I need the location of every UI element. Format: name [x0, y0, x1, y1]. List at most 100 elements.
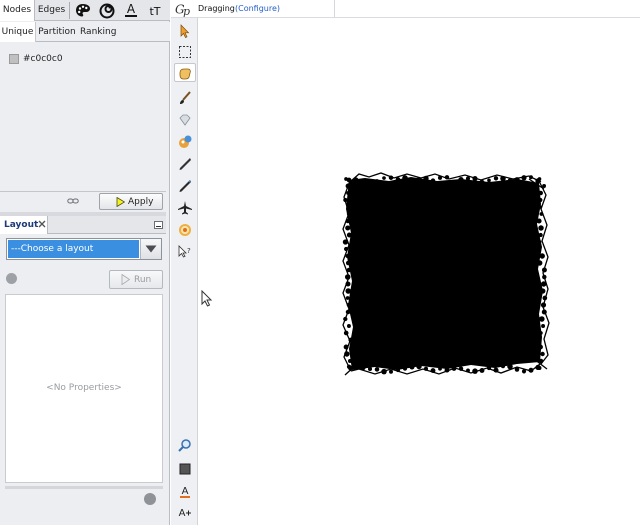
- graph-node[interactable]: [437, 175, 443, 180]
- graph-node[interactable]: [402, 366, 408, 371]
- graph-node[interactable]: [472, 368, 478, 374]
- graph-node[interactable]: [395, 177, 401, 182]
- graph-node[interactable]: [438, 366, 442, 371]
- graph-node[interactable]: [382, 176, 386, 180]
- apply-button[interactable]: Apply: [99, 193, 163, 210]
- graph-node[interactable]: [540, 288, 546, 294]
- graph-node[interactable]: [342, 239, 349, 245]
- background-color-icon[interactable]: [177, 461, 193, 477]
- graph-node[interactable]: [367, 366, 373, 372]
- graph-node[interactable]: [514, 177, 520, 183]
- graph-node[interactable]: [539, 253, 545, 259]
- graph-node[interactable]: [346, 191, 350, 195]
- size-icon[interactable]: [98, 2, 116, 19]
- graph-node[interactable]: [416, 176, 422, 182]
- label-color-icon[interactable]: A: [177, 483, 193, 499]
- graph-node[interactable]: [345, 288, 352, 294]
- graph-node[interactable]: [537, 177, 542, 181]
- graph-node[interactable]: [542, 274, 547, 280]
- tab-edges[interactable]: Edges: [35, 0, 68, 21]
- heatmap-tool-icon[interactable]: [177, 222, 193, 238]
- graph-node[interactable]: [539, 316, 545, 322]
- graph-node[interactable]: [388, 175, 394, 180]
- graph-node[interactable]: [345, 309, 351, 315]
- graph-node[interactable]: [479, 368, 485, 373]
- graph-node[interactable]: [541, 281, 547, 287]
- graph-node[interactable]: [528, 367, 534, 373]
- font-icon[interactable]: A: [177, 504, 193, 520]
- tab-unique[interactable]: Unique: [0, 22, 36, 42]
- graph-node[interactable]: [538, 225, 544, 231]
- graph-node[interactable]: [537, 344, 543, 350]
- graph-node[interactable]: [345, 225, 351, 231]
- graph-node[interactable]: [345, 218, 351, 224]
- graph-node[interactable]: [542, 184, 547, 188]
- graph-node[interactable]: [537, 366, 542, 370]
- graph-node[interactable]: [346, 212, 351, 216]
- tab-nodes[interactable]: Nodes: [0, 0, 35, 21]
- help-pointer-tool-icon[interactable]: ?: [177, 244, 193, 260]
- palette-icon[interactable]: [74, 2, 92, 19]
- graph-node[interactable]: [458, 366, 464, 371]
- graph-node[interactable]: [343, 316, 348, 322]
- close-icon[interactable]: [38, 220, 46, 228]
- layout-tab[interactable]: Layout: [0, 216, 48, 234]
- graph-node[interactable]: [344, 274, 351, 280]
- graph-node[interactable]: [345, 260, 351, 266]
- graph-node[interactable]: [346, 232, 352, 238]
- graph-node[interactable]: [479, 179, 485, 186]
- graph-node[interactable]: [344, 246, 349, 252]
- painter-tool-icon[interactable]: [177, 134, 193, 150]
- minimize-icon[interactable]: [154, 221, 163, 229]
- graph-node[interactable]: [348, 359, 352, 363]
- graph-node[interactable]: [347, 205, 352, 209]
- graph-node[interactable]: [353, 363, 359, 370]
- graph-node[interactable]: [343, 330, 349, 336]
- graph-node[interactable]: [360, 365, 366, 371]
- graph-node[interactable]: [360, 178, 366, 183]
- rectangle-select-icon[interactable]: [177, 44, 193, 60]
- shortest-path-tool-icon[interactable]: [177, 200, 193, 216]
- graph-node[interactable]: [538, 205, 542, 209]
- graph-node[interactable]: [540, 351, 545, 357]
- graph-node[interactable]: [444, 175, 450, 180]
- configure-link[interactable]: (Configure): [235, 3, 280, 14]
- graph-node[interactable]: [539, 212, 544, 216]
- brush-tool-icon[interactable]: [177, 90, 193, 106]
- dropdown-button[interactable]: [140, 239, 161, 259]
- graph-node[interactable]: [343, 344, 349, 350]
- graph-node[interactable]: [458, 176, 464, 183]
- run-button[interactable]: Run: [109, 270, 163, 289]
- graph-node[interactable]: [542, 295, 548, 301]
- drag-tool-button[interactable]: [174, 63, 196, 82]
- graph-node[interactable]: [344, 351, 350, 357]
- graph-node[interactable]: [416, 363, 422, 370]
- graph-node[interactable]: [348, 337, 354, 343]
- tab-ranking[interactable]: Ranking: [80, 22, 116, 42]
- pointer-tool-icon[interactable]: [177, 23, 193, 39]
- graph-node[interactable]: [409, 364, 415, 370]
- graph-node[interactable]: [466, 368, 470, 373]
- graph-node[interactable]: [487, 178, 491, 183]
- graph-node[interactable]: [536, 218, 542, 224]
- color-swatch[interactable]: [9, 54, 19, 64]
- graph-node[interactable]: [345, 281, 351, 287]
- graph-node[interactable]: [538, 190, 543, 196]
- graph-node[interactable]: [500, 175, 506, 182]
- graph-node[interactable]: [343, 197, 348, 203]
- pencil-tool-icon[interactable]: [177, 156, 193, 172]
- properties-scrollbar[interactable]: [5, 486, 163, 489]
- graph-node[interactable]: [346, 324, 351, 328]
- graph-node[interactable]: [451, 180, 457, 185]
- graph-node[interactable]: [493, 367, 499, 373]
- graph-node[interactable]: [423, 366, 429, 371]
- graph-node[interactable]: [541, 324, 546, 328]
- graph-node[interactable]: [529, 175, 533, 180]
- graph-node[interactable]: [346, 302, 352, 308]
- graph-node[interactable]: [493, 176, 499, 181]
- graph-node[interactable]: [409, 178, 415, 183]
- graph-node[interactable]: [539, 331, 543, 335]
- graph-node[interactable]: [538, 358, 544, 364]
- graph-node[interactable]: [345, 183, 351, 189]
- graph-node[interactable]: [402, 175, 408, 181]
